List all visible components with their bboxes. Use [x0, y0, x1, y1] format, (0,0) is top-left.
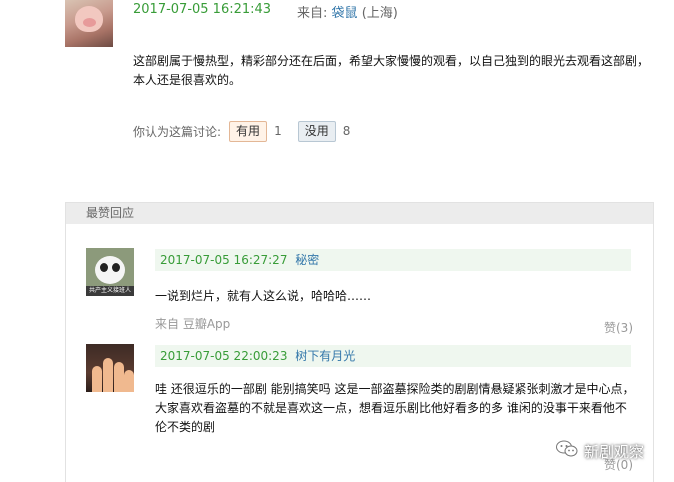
reply-date: 2017-07-05 22:00:23: [160, 349, 288, 363]
avatar-caption: 共产主义接班人: [86, 286, 134, 296]
avatar-finger: [92, 366, 102, 392]
post-body-text: 这部剧属于慢热型，精彩部分还在后面，希望大家慢慢的观看，以自己独到的眼光去观看这…: [133, 54, 650, 87]
reply-text: 一说到烂片，就有人这么说，哈哈哈……: [155, 289, 372, 303]
avatar-panda-eye: [112, 263, 120, 272]
post-author-location: (上海): [361, 6, 398, 21]
post-date: 2017-07-05 16:21:43: [133, 2, 272, 17]
useless-button[interactable]: 没用: [297, 120, 336, 142]
post-from: 来自: 袋鼠 (上海): [297, 2, 398, 21]
reply-date: 2017-07-05 16:27:27: [160, 253, 288, 267]
reply-user-link[interactable]: 树下有月光: [295, 349, 355, 363]
reply-source: 来自 豆瓣App: [155, 317, 231, 331]
like-button[interactable]: 赞(3): [604, 319, 633, 336]
watermark: 新剧观察: [556, 440, 644, 462]
avatar-finger: [103, 358, 113, 392]
post-author-avatar[interactable]: [65, 0, 113, 47]
vote-prompt: 你认为这篇讨论:: [133, 124, 222, 139]
avatar-panda-eye: [100, 263, 108, 272]
reply-meta: 2017-07-05 22:00:23 树下有月光: [155, 345, 631, 367]
post-author-link[interactable]: 袋鼠: [332, 6, 358, 21]
avatar-panda-head: [95, 256, 125, 284]
vote-row: 你认为这篇讨论: 有用 1 没用 8: [133, 120, 350, 142]
reply-avatar[interactable]: 共产主义接班人: [86, 248, 134, 296]
reply-text: 哇 还很逗乐的一部剧 能别搞笑吗 这是一部盗墓探险类的剧剧情悬疑紧张刺激才是中心…: [155, 382, 635, 434]
reply-avatar[interactable]: [86, 344, 134, 392]
useless-count: 8: [342, 124, 351, 138]
best-replies-header: 最赞回应: [66, 203, 653, 224]
avatar-finger: [114, 362, 124, 392]
wechat-icon: [556, 440, 578, 462]
watermark-text: 新剧观察: [584, 442, 645, 461]
reply-meta: 2017-07-05 16:27:27 秘密: [155, 249, 631, 271]
useful-count: 1: [274, 124, 282, 138]
avatar-nose: [83, 18, 96, 27]
avatar-finger: [124, 370, 134, 392]
reply-user-link[interactable]: 秘密: [295, 253, 319, 267]
from-label: 来自:: [297, 6, 328, 21]
useful-button[interactable]: 有用: [229, 120, 268, 142]
